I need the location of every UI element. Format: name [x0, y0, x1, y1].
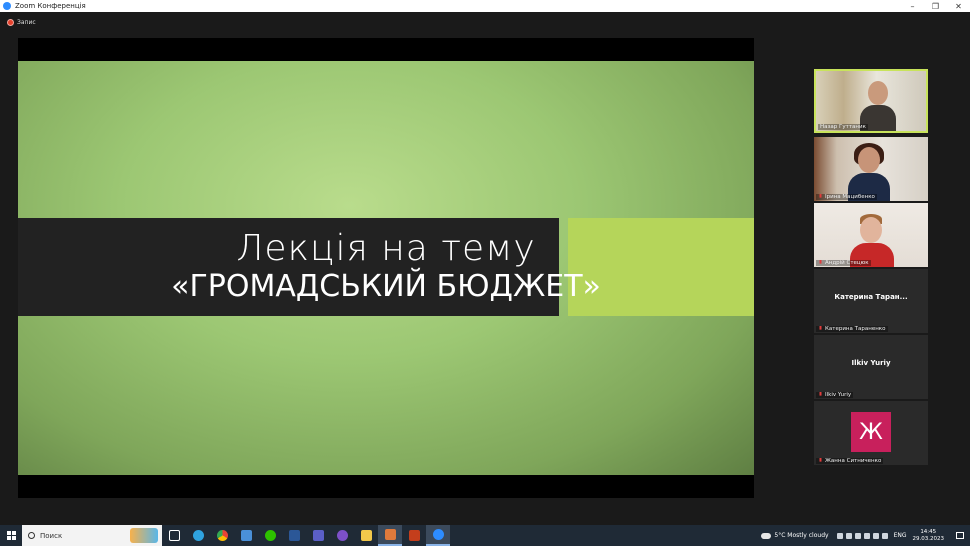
- participant-tile[interactable]: Ilkiv Yuriy Ilkiv Yuriy: [814, 335, 928, 399]
- participant-name: Ilkiv Yuriy: [825, 392, 852, 398]
- window-title: Zoom Конференція: [15, 2, 86, 10]
- shared-screen: Лекція на тему «ГРОМАДСЬКИЙ БЮДЖЕТ»: [18, 38, 754, 498]
- close-button[interactable]: ✕: [947, 0, 970, 12]
- taskbar: Поиск 5°C Mostly cloudy ENG 14:45 29.03.…: [0, 525, 970, 546]
- participant-name-label: Жанна Ситниченко: [816, 458, 884, 464]
- participant-tile[interactable]: Катерина Таран... Катерина Тараненко: [814, 269, 928, 333]
- notification-icon: [956, 532, 964, 539]
- mic-muted-icon: [819, 392, 822, 396]
- mic-muted-icon: [819, 194, 822, 198]
- participant-name: Жанна Ситниченко: [825, 458, 882, 464]
- task-view-icon[interactable]: [162, 525, 186, 546]
- clock-time: 14:45: [920, 528, 937, 535]
- wifi-icon[interactable]: [872, 532, 879, 539]
- chrome-icon[interactable]: [210, 525, 234, 546]
- zoom-icon[interactable]: [426, 525, 450, 546]
- participant-video: [814, 137, 928, 201]
- search-placeholder: Поиск: [40, 531, 63, 540]
- weather-widget[interactable]: 5°C Mostly cloudy: [761, 532, 829, 539]
- chevron-up-icon[interactable]: [836, 532, 843, 539]
- system-tray: 5°C Mostly cloudy ENG 14:45 29.03.2023: [761, 525, 970, 546]
- window-titlebar: Zoom Конференція – ❐ ✕: [0, 0, 970, 12]
- clock-date: 29.03.2023: [912, 535, 945, 542]
- taskbar-search[interactable]: Поиск: [22, 525, 162, 546]
- viber-icon[interactable]: [330, 525, 354, 546]
- network-icon[interactable]: [845, 532, 852, 539]
- weather-text: 5°C Mostly cloudy: [774, 532, 829, 539]
- teams-icon[interactable]: [306, 525, 330, 546]
- participant-tile[interactable]: Андрій Стецюк: [814, 203, 928, 267]
- participant-video: [816, 71, 926, 131]
- zoom-app-icon: [3, 2, 11, 10]
- cloud-icon: [761, 532, 772, 539]
- participant-name-label: Катерина Тараненко: [816, 326, 888, 332]
- participant-video: [814, 203, 928, 267]
- participant-name-label: Ilkiv Yuriy: [816, 392, 854, 398]
- volume-icon[interactable]: [881, 532, 888, 539]
- powerpoint-icon[interactable]: [402, 525, 426, 546]
- wechat-icon[interactable]: [258, 525, 282, 546]
- file-explorer-icon[interactable]: [354, 525, 378, 546]
- participant-tile[interactable]: Ірина Мацибенко: [814, 137, 928, 201]
- recording-bar: Запис: [0, 12, 970, 32]
- slide-title: Лекція на тему «ГРОМАДСЬКИЙ БЮДЖЕТ»: [18, 218, 754, 316]
- participant-name: Назар Гуттаник: [818, 124, 868, 130]
- participant-display-name: Ilkiv Yuriy: [851, 359, 891, 367]
- participant-tile[interactable]: Назар Гуттаник: [814, 69, 928, 133]
- mic-muted-icon: [819, 326, 822, 330]
- participant-name-label: Андрій Стецюк: [816, 260, 871, 266]
- app-icon[interactable]: [234, 525, 258, 546]
- participant-name: Ірина Мацибенко: [825, 194, 875, 200]
- clock[interactable]: 14:45 29.03.2023: [913, 529, 945, 543]
- minimize-button[interactable]: –: [901, 0, 924, 12]
- mic-muted-icon: [819, 458, 822, 462]
- recording-label[interactable]: Запис: [17, 19, 36, 26]
- participant-tile[interactable]: Ж Жанна Ситниченко: [814, 401, 928, 465]
- app-tray-icon[interactable]: [854, 532, 861, 539]
- windows-icon: [6, 531, 16, 540]
- start-button[interactable]: [0, 525, 22, 546]
- slide-title-line-2: «ГРОМАДСЬКИЙ БЮДЖЕТ»: [171, 269, 601, 304]
- notifications-button[interactable]: [950, 525, 970, 546]
- bluetooth-icon[interactable]: [863, 532, 870, 539]
- tray-icons: [836, 532, 888, 539]
- search-highlight-icon: [130, 528, 158, 543]
- maximize-button[interactable]: ❐: [924, 0, 947, 12]
- participant-display-name: Катерина Таран...: [834, 293, 908, 301]
- participant-name: Андрій Стецюк: [825, 260, 869, 266]
- slide-title-line-1: Лекція на тему: [236, 228, 536, 269]
- participant-name: Катерина Тараненко: [825, 326, 886, 332]
- app-active-icon[interactable]: [378, 525, 402, 546]
- language-indicator[interactable]: ENG: [894, 532, 907, 539]
- presentation-slide: Лекція на тему «ГРОМАДСЬКИЙ БЮДЖЕТ»: [18, 61, 754, 475]
- search-icon: [28, 532, 35, 539]
- mic-muted-icon: [819, 260, 822, 264]
- edge-icon[interactable]: [186, 525, 210, 546]
- participant-name-label: Ірина Мацибенко: [816, 194, 877, 200]
- avatar: Ж: [851, 412, 891, 452]
- word-icon[interactable]: [282, 525, 306, 546]
- recording-icon: [7, 18, 14, 26]
